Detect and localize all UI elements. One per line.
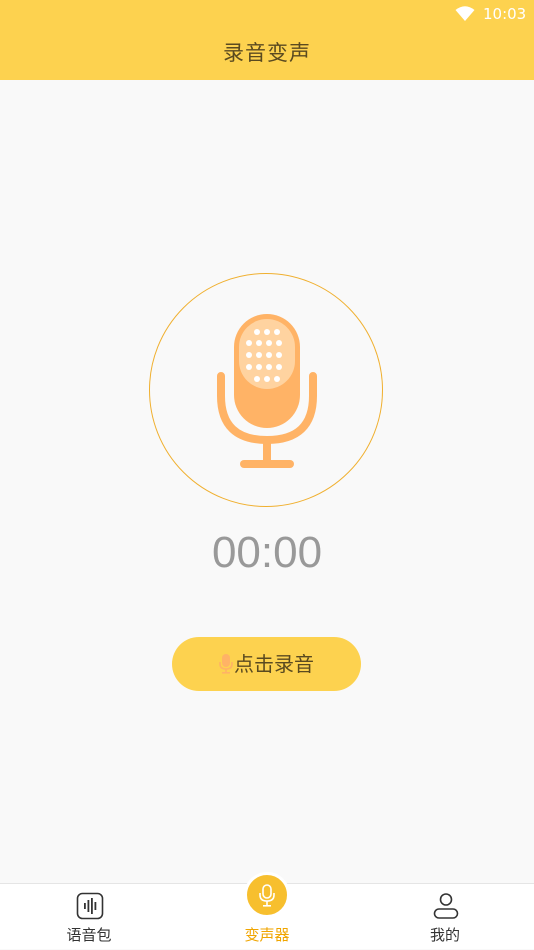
bottom-navigation: 语音包 变声器 我的	[0, 872, 534, 950]
top-header: 10:03 录音变声	[0, 0, 534, 80]
nav-label-voice-changer: 变声器	[244, 926, 290, 944]
nav-label-voice-pack: 语音包	[66, 926, 112, 944]
recording-timer: 00:00	[211, 528, 323, 577]
wifi-icon	[455, 6, 475, 21]
microphone-icon[interactable]	[212, 312, 322, 472]
microphone-icon	[259, 884, 275, 907]
microphone-icon	[219, 654, 233, 674]
page-title: 录音变声	[223, 41, 311, 65]
user-icon	[433, 893, 459, 919]
voice-changer-circle	[244, 872, 290, 918]
voice-wave-icon	[76, 892, 104, 920]
record-button-label: 点击录音	[234, 652, 314, 676]
nav-item-voice-pack[interactable]: 语音包	[0, 884, 178, 950]
nav-item-voice-changer[interactable]: 变声器	[178, 872, 356, 950]
record-button[interactable]: 点击录音	[172, 637, 361, 691]
status-time: 10:03	[483, 5, 527, 23]
nav-label-mine: 我的	[429, 926, 460, 944]
status-bar: 10:03	[0, 0, 534, 28]
nav-item-mine[interactable]: 我的	[356, 884, 534, 950]
